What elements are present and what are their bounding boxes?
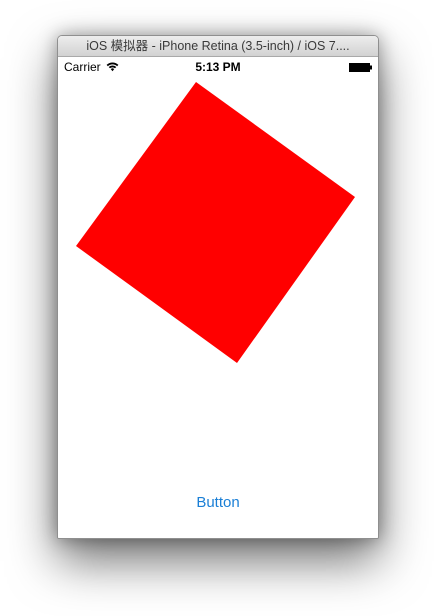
- stage: iOS 模拟器 - iPhone Retina (3.5-inch) / iOS…: [0, 0, 434, 616]
- window-titlebar[interactable]: iOS 模拟器 - iPhone Retina (3.5-inch) / iOS…: [58, 36, 378, 57]
- simulator-window: iOS 模拟器 - iPhone Retina (3.5-inch) / iOS…: [57, 35, 379, 539]
- battery-icon: [349, 63, 372, 72]
- window-title: iOS 模拟器 - iPhone Retina (3.5-inch) / iOS…: [86, 39, 350, 53]
- red-square-shape: [76, 82, 355, 363]
- status-bar: Carrier 5:13 PM: [58, 57, 378, 77]
- status-time: 5:13 PM: [195, 60, 241, 74]
- simulator-screen: Carrier 5:13 PM Button: [58, 57, 378, 538]
- rotated-red-square: [76, 82, 355, 363]
- button[interactable]: Button: [168, 491, 268, 515]
